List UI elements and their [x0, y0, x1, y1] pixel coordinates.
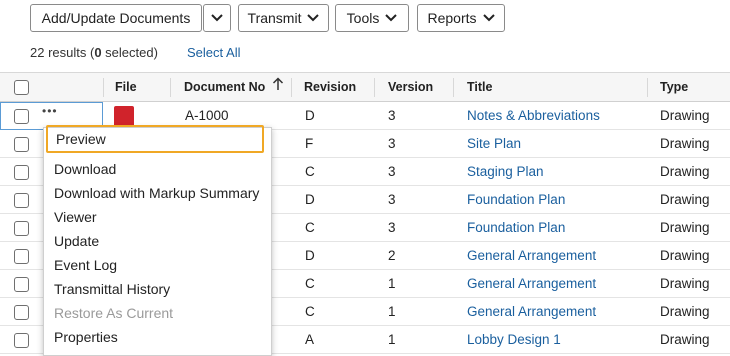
version-cell: 1 — [388, 276, 396, 291]
more-dots-icon[interactable]: ••• — [42, 104, 58, 118]
column-divider — [647, 78, 648, 97]
menu-item-event-log[interactable]: Event Log — [54, 254, 117, 276]
version-cell: 3 — [388, 192, 396, 207]
version-cell: 3 — [388, 220, 396, 235]
version-cell: 1 — [388, 304, 396, 319]
menu-item-properties[interactable]: Properties — [54, 326, 118, 348]
version-cell: 2 — [388, 248, 396, 263]
version-cell: 3 — [388, 108, 396, 123]
revision-cell: C — [305, 164, 315, 179]
reports-label: Reports — [427, 10, 477, 26]
title-link[interactable]: Site Plan — [467, 130, 521, 158]
column-divider — [374, 78, 375, 97]
revision-cell: D — [305, 108, 315, 123]
title-link[interactable]: Foundation Plan — [467, 214, 565, 242]
row-checkbox[interactable] — [14, 193, 29, 208]
type-cell: Drawing — [660, 304, 710, 319]
add-update-dropdown-button[interactable] — [203, 4, 231, 32]
version-cell: 1 — [388, 332, 396, 347]
menu-item-viewer[interactable]: Viewer — [54, 206, 97, 228]
row-context-menu: Preview Download Download with Markup Su… — [43, 125, 272, 356]
reports-button[interactable]: Reports — [417, 4, 505, 32]
title-link[interactable]: General Arrangement — [467, 270, 596, 298]
row-checkbox[interactable] — [14, 137, 29, 152]
chevron-down-icon — [211, 14, 223, 22]
select-all-checkbox[interactable] — [14, 80, 29, 95]
version-cell: 3 — [388, 136, 396, 151]
row-checkbox[interactable] — [14, 333, 29, 348]
menu-item-restore-as-current: Restore As Current — [54, 305, 174, 321]
column-header-version[interactable]: Version — [388, 73, 433, 102]
add-update-documents-button[interactable]: Add/Update Documents — [30, 4, 202, 32]
row-checkbox[interactable] — [14, 165, 29, 180]
column-divider — [453, 78, 454, 97]
chevron-down-icon — [385, 14, 398, 22]
revision-cell: F — [305, 136, 314, 151]
type-cell: Drawing — [660, 332, 710, 347]
revision-cell: D — [305, 248, 315, 263]
table-header: File Document No Revision Version Title … — [0, 72, 730, 102]
menu-item-update[interactable]: Update — [54, 230, 99, 252]
arrow-up-icon — [272, 73, 284, 102]
tools-label: Tools — [346, 10, 380, 26]
title-link[interactable]: Staging Plan — [467, 158, 544, 186]
column-header-revision[interactable]: Revision — [304, 73, 356, 102]
menu-item-download[interactable]: Download — [54, 158, 116, 180]
add-update-documents-label: Add/Update Documents — [41, 10, 191, 26]
row-checkbox[interactable] — [14, 249, 29, 264]
column-divider — [103, 78, 104, 97]
document-no-header-label: Document No — [184, 80, 266, 94]
title-link[interactable]: General Arrangement — [467, 298, 596, 326]
menu-item-download-with-markup-summary[interactable]: Download with Markup Summary — [54, 182, 259, 204]
tools-button[interactable]: Tools — [335, 4, 409, 32]
select-all-link[interactable]: Select All — [187, 45, 240, 60]
column-header-file[interactable]: File — [115, 73, 137, 102]
column-divider — [291, 78, 292, 97]
type-cell: Drawing — [660, 136, 710, 151]
version-cell: 3 — [388, 164, 396, 179]
row-checkbox[interactable] — [14, 277, 29, 292]
title-link[interactable]: Lobby Design 1 — [467, 326, 561, 354]
row-checkbox[interactable] — [14, 221, 29, 236]
transmit-button[interactable]: Transmit — [238, 4, 329, 32]
column-header-title[interactable]: Title — [467, 73, 492, 102]
revision-cell: C — [305, 276, 315, 291]
column-header-document-no[interactable]: Document No — [184, 73, 284, 102]
revision-cell: C — [305, 220, 315, 235]
type-cell: Drawing — [660, 108, 710, 123]
menu-item-transmittal-history[interactable]: Transmittal History — [54, 278, 170, 300]
menu-item-preview[interactable]: Preview — [46, 125, 264, 153]
type-cell: Drawing — [660, 192, 710, 207]
revision-cell: C — [305, 304, 315, 319]
chevron-down-icon — [482, 14, 495, 22]
type-cell: Drawing — [660, 248, 710, 263]
revision-cell: D — [305, 192, 315, 207]
type-cell: Drawing — [660, 220, 710, 235]
title-link[interactable]: Foundation Plan — [467, 186, 565, 214]
type-cell: Drawing — [660, 164, 710, 179]
revision-cell: A — [305, 332, 315, 347]
column-header-type[interactable]: Type — [660, 73, 688, 102]
column-divider — [170, 78, 171, 97]
type-cell: Drawing — [660, 276, 710, 291]
results-summary: 22 results (0 selected) — [30, 45, 158, 60]
title-link[interactable]: General Arrangement — [467, 242, 596, 270]
row-checkbox[interactable] — [14, 305, 29, 320]
selected-count: 0 — [94, 45, 102, 60]
row-checkbox[interactable] — [14, 109, 29, 124]
transmit-label: Transmit — [247, 10, 302, 26]
results-count: 22 results ( — [30, 45, 95, 60]
chevron-down-icon — [307, 14, 320, 22]
selected-suffix: selected) — [101, 45, 158, 60]
title-link[interactable]: Notes & Abbreviations — [467, 102, 600, 130]
